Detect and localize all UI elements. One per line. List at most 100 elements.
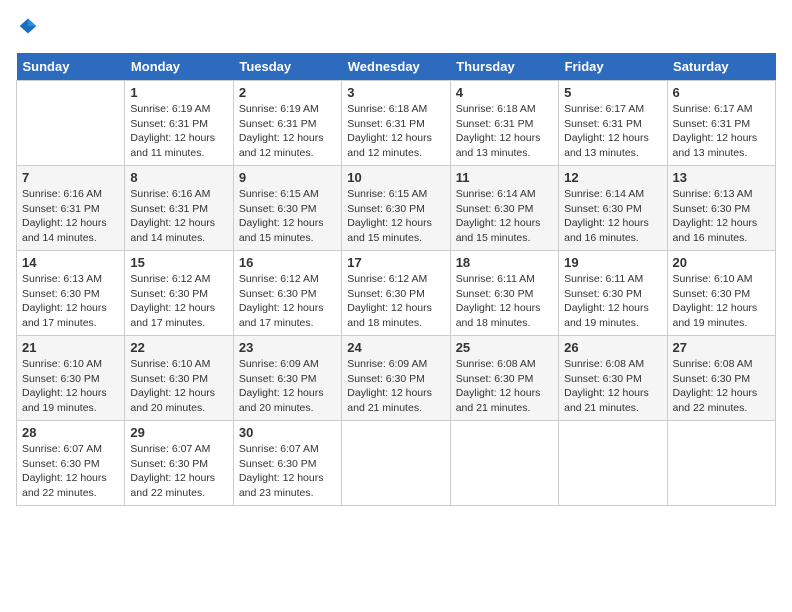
calendar-cell: 14 Sunrise: 6:13 AMSunset: 6:30 PMDayligh… xyxy=(17,251,125,336)
day-info: Sunrise: 6:15 AMSunset: 6:30 PMDaylight:… xyxy=(347,187,444,246)
day-info: Sunrise: 6:13 AMSunset: 6:30 PMDaylight:… xyxy=(22,272,119,331)
day-info: Sunrise: 6:09 AMSunset: 6:30 PMDaylight:… xyxy=(347,357,444,416)
day-info: Sunrise: 6:17 AMSunset: 6:31 PMDaylight:… xyxy=(564,102,661,161)
day-number: 8 xyxy=(130,170,227,185)
col-header-wednesday: Wednesday xyxy=(342,53,450,81)
calendar-cell: 5 Sunrise: 6:17 AMSunset: 6:31 PMDaylight… xyxy=(559,81,667,166)
day-number: 5 xyxy=(564,85,661,100)
calendar-cell: 3Sunrise: 6:18 AMSunset: 6:31 PMDaylight… xyxy=(342,81,450,166)
calendar-cell: 20Sunrise: 6:10 AMSunset: 6:30 PMDayligh… xyxy=(667,251,775,336)
day-number: 1 xyxy=(130,85,227,100)
calendar-cell xyxy=(559,421,667,506)
day-info: Sunrise: 6:15 AMSunset: 6:30 PMDaylight:… xyxy=(239,187,336,246)
day-info: Sunrise: 6:09 AMSunset: 6:30 PMDaylight:… xyxy=(239,357,336,416)
calendar-cell: 27Sunrise: 6:08 AMSunset: 6:30 PMDayligh… xyxy=(667,336,775,421)
day-info: Sunrise: 6:18 AMSunset: 6:31 PMDaylight:… xyxy=(456,102,553,161)
day-info: Sunrise: 6:10 AMSunset: 6:30 PMDaylight:… xyxy=(130,357,227,416)
calendar-cell: 29 Sunrise: 6:07 AMSunset: 6:30 PMDayligh… xyxy=(125,421,233,506)
day-number: 20 xyxy=(673,255,770,270)
calendar-cell: 22 Sunrise: 6:10 AMSunset: 6:30 PMDayligh… xyxy=(125,336,233,421)
day-number: 12 xyxy=(564,170,661,185)
day-number: 14 xyxy=(22,255,119,270)
day-number: 19 xyxy=(564,255,661,270)
day-number: 7 xyxy=(22,170,119,185)
day-info: Sunrise: 6:10 AMSunset: 6:30 PMDaylight:… xyxy=(22,357,119,416)
day-number: 24 xyxy=(347,340,444,355)
col-header-tuesday: Tuesday xyxy=(233,53,341,81)
week-row-5: 28 Sunrise: 6:07 AMSunset: 6:30 PMDayligh… xyxy=(17,421,776,506)
logo xyxy=(16,16,42,41)
calendar-cell: 4 Sunrise: 6:18 AMSunset: 6:31 PMDaylight… xyxy=(450,81,558,166)
day-info: Sunrise: 6:12 AMSunset: 6:30 PMDaylight:… xyxy=(130,272,227,331)
calendar-cell: 10 Sunrise: 6:15 AMSunset: 6:30 PMDayligh… xyxy=(342,166,450,251)
col-header-friday: Friday xyxy=(559,53,667,81)
calendar-cell: 2Sunrise: 6:19 AMSunset: 6:31 PMDaylight… xyxy=(233,81,341,166)
day-number: 18 xyxy=(456,255,553,270)
day-number: 25 xyxy=(456,340,553,355)
day-number: 29 xyxy=(130,425,227,440)
day-number: 6 xyxy=(673,85,770,100)
calendar-cell: 25 Sunrise: 6:08 AMSunset: 6:30 PMDayligh… xyxy=(450,336,558,421)
day-info: Sunrise: 6:17 AMSunset: 6:31 PMDaylight:… xyxy=(673,102,770,161)
week-row-1: 1 Sunrise: 6:19 AMSunset: 6:31 PMDaylight… xyxy=(17,81,776,166)
calendar-cell xyxy=(17,81,125,166)
day-info: Sunrise: 6:16 AMSunset: 6:31 PMDaylight:… xyxy=(130,187,227,246)
logo-icon xyxy=(18,16,38,36)
col-header-saturday: Saturday xyxy=(667,53,775,81)
calendar-cell: 6 Sunrise: 6:17 AMSunset: 6:31 PMDaylight… xyxy=(667,81,775,166)
calendar-cell: 24 Sunrise: 6:09 AMSunset: 6:30 PMDayligh… xyxy=(342,336,450,421)
day-number: 27 xyxy=(673,340,770,355)
calendar-cell: 17Sunrise: 6:12 AMSunset: 6:30 PMDayligh… xyxy=(342,251,450,336)
calendar-cell: 12 Sunrise: 6:14 AMSunset: 6:30 PMDayligh… xyxy=(559,166,667,251)
col-header-sunday: Sunday xyxy=(17,53,125,81)
calendar-cell: 26 Sunrise: 6:08 AMSunset: 6:30 PMDayligh… xyxy=(559,336,667,421)
calendar-cell xyxy=(450,421,558,506)
day-info: Sunrise: 6:12 AMSunset: 6:30 PMDaylight:… xyxy=(239,272,336,331)
day-number: 15 xyxy=(130,255,227,270)
calendar-cell: 9Sunrise: 6:15 AMSunset: 6:30 PMDaylight… xyxy=(233,166,341,251)
day-number: 28 xyxy=(22,425,119,440)
day-info: Sunrise: 6:16 AMSunset: 6:31 PMDaylight:… xyxy=(22,187,119,246)
calendar-cell: 19 Sunrise: 6:11 AMSunset: 6:30 PMDayligh… xyxy=(559,251,667,336)
calendar-cell: 13 Sunrise: 6:13 AMSunset: 6:30 PMDayligh… xyxy=(667,166,775,251)
day-number: 4 xyxy=(456,85,553,100)
day-info: Sunrise: 6:14 AMSunset: 6:30 PMDaylight:… xyxy=(456,187,553,246)
day-number: 3 xyxy=(347,85,444,100)
day-info: Sunrise: 6:19 AMSunset: 6:31 PMDaylight:… xyxy=(130,102,227,161)
day-info: Sunrise: 6:12 AMSunset: 6:30 PMDaylight:… xyxy=(347,272,444,331)
calendar-cell: 11Sunrise: 6:14 AMSunset: 6:30 PMDayligh… xyxy=(450,166,558,251)
week-row-2: 7 Sunrise: 6:16 AMSunset: 6:31 PMDaylight… xyxy=(17,166,776,251)
calendar-cell: 21 Sunrise: 6:10 AMSunset: 6:30 PMDayligh… xyxy=(17,336,125,421)
calendar-cell: 1 Sunrise: 6:19 AMSunset: 6:31 PMDaylight… xyxy=(125,81,233,166)
day-number: 10 xyxy=(347,170,444,185)
calendar-table: SundayMondayTuesdayWednesdayThursdayFrid… xyxy=(16,53,776,506)
day-info: Sunrise: 6:07 AMSunset: 6:30 PMDaylight:… xyxy=(22,442,119,501)
day-number: 21 xyxy=(22,340,119,355)
page-header xyxy=(16,16,776,41)
day-info: Sunrise: 6:13 AMSunset: 6:30 PMDaylight:… xyxy=(673,187,770,246)
week-row-4: 21 Sunrise: 6:10 AMSunset: 6:30 PMDayligh… xyxy=(17,336,776,421)
day-info: Sunrise: 6:08 AMSunset: 6:30 PMDaylight:… xyxy=(456,357,553,416)
calendar-cell: 7 Sunrise: 6:16 AMSunset: 6:31 PMDaylight… xyxy=(17,166,125,251)
calendar-cell: 15 Sunrise: 6:12 AMSunset: 6:30 PMDayligh… xyxy=(125,251,233,336)
day-info: Sunrise: 6:07 AMSunset: 6:30 PMDaylight:… xyxy=(239,442,336,501)
day-number: 30 xyxy=(239,425,336,440)
week-row-3: 14 Sunrise: 6:13 AMSunset: 6:30 PMDayligh… xyxy=(17,251,776,336)
calendar-cell: 28 Sunrise: 6:07 AMSunset: 6:30 PMDayligh… xyxy=(17,421,125,506)
header-row: SundayMondayTuesdayWednesdayThursdayFrid… xyxy=(17,53,776,81)
calendar-cell xyxy=(342,421,450,506)
calendar-cell: 23 Sunrise: 6:09 AMSunset: 6:30 PMDayligh… xyxy=(233,336,341,421)
calendar-cell: 30 Sunrise: 6:07 AMSunset: 6:30 PMDayligh… xyxy=(233,421,341,506)
day-info: Sunrise: 6:11 AMSunset: 6:30 PMDaylight:… xyxy=(456,272,553,331)
day-info: Sunrise: 6:14 AMSunset: 6:30 PMDaylight:… xyxy=(564,187,661,246)
day-number: 13 xyxy=(673,170,770,185)
calendar-cell: 8 Sunrise: 6:16 AMSunset: 6:31 PMDaylight… xyxy=(125,166,233,251)
day-info: Sunrise: 6:07 AMSunset: 6:30 PMDaylight:… xyxy=(130,442,227,501)
calendar-cell xyxy=(667,421,775,506)
day-info: Sunrise: 6:11 AMSunset: 6:30 PMDaylight:… xyxy=(564,272,661,331)
day-number: 23 xyxy=(239,340,336,355)
col-header-thursday: Thursday xyxy=(450,53,558,81)
day-number: 26 xyxy=(564,340,661,355)
day-number: 22 xyxy=(130,340,227,355)
day-info: Sunrise: 6:08 AMSunset: 6:30 PMDaylight:… xyxy=(564,357,661,416)
